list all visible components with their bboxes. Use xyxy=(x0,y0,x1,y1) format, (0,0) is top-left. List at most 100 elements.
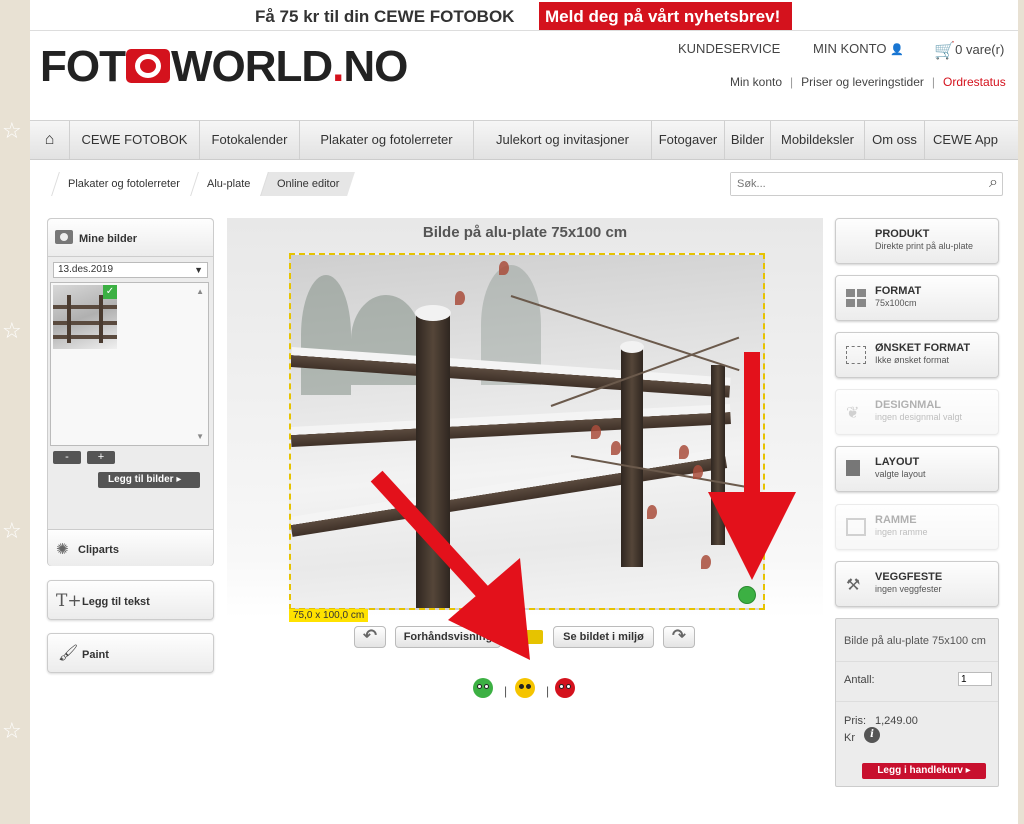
leaf xyxy=(611,441,621,455)
leaf xyxy=(693,465,703,479)
fence-post xyxy=(99,295,103,343)
undo-button[interactable]: ↶ xyxy=(354,626,386,648)
photo-canvas[interactable] xyxy=(289,253,765,610)
zoom-out-button[interactable]: - xyxy=(53,451,81,464)
date-select[interactable]: 13.des.2019 ▼ xyxy=(53,262,208,278)
frame-icon xyxy=(846,518,866,536)
my-account-sublink[interactable]: Min konto xyxy=(730,75,782,89)
leaf xyxy=(701,555,711,569)
eye xyxy=(559,684,564,689)
option-product[interactable]: PRODUKT Direkte print på alu-plate xyxy=(835,218,999,264)
currency-label: Kr xyxy=(844,732,855,744)
my-account-link[interactable]: MIN KONTO 👤 xyxy=(813,41,904,56)
camera-logo-icon xyxy=(125,49,170,83)
option-frame: RAMME ingen ramme xyxy=(835,504,999,550)
fence-rail xyxy=(291,403,731,447)
option-custom-format[interactable]: ØNSKET FORMAT Ikke ønsket format xyxy=(835,332,999,378)
nav-om-oss[interactable]: Om oss xyxy=(865,121,925,159)
background-left: ☆ ☆ ☆ ☆ xyxy=(0,0,30,824)
fence-post xyxy=(67,295,71,343)
add-images-button[interactable]: Legg til bilder ▸ xyxy=(98,472,200,488)
option-title: LAYOUT xyxy=(875,456,920,468)
breadcrumb-label: Online editor xyxy=(277,178,340,190)
user-icon: 👤 xyxy=(890,44,904,56)
option-title: ØNSKET FORMAT xyxy=(875,342,971,354)
add-text-button[interactable]: T+ Legg til tekst xyxy=(47,580,214,620)
newsletter-button[interactable]: Meld deg på vårt nyhetsbrev! xyxy=(539,2,792,30)
separator: | xyxy=(504,684,508,698)
nav-bilder[interactable]: Bilder xyxy=(725,121,771,159)
scroll-down-icon[interactable]: ▼ xyxy=(196,432,204,441)
order-box: Bilde på alu-plate 75x100 cm Antall: Pri… xyxy=(835,618,999,787)
cart-icon: 🛒 xyxy=(934,41,956,60)
snow-cap xyxy=(415,305,451,321)
quality-good-face-icon xyxy=(473,678,493,698)
option-layout[interactable]: LAYOUT valgte layout xyxy=(835,446,999,492)
home-icon[interactable]: ⌂ xyxy=(30,121,70,159)
option-title: VEGGFESTE xyxy=(875,571,943,583)
add-to-cart-button[interactable]: Legg i handlekurv ▸ xyxy=(862,763,986,779)
nav-fotokalender[interactable]: Fotokalender xyxy=(200,121,300,159)
zoom-in-button[interactable]: + xyxy=(87,451,115,464)
search-input[interactable] xyxy=(731,173,961,195)
my-images-header[interactable]: Mine bilder xyxy=(48,219,213,257)
prices-link[interactable]: Priser og leveringstider xyxy=(801,75,924,89)
order-title: Bilde på alu-plate 75x100 cm xyxy=(844,635,986,647)
customer-service-link[interactable]: KUNDESERVICE xyxy=(678,41,780,56)
environment-button[interactable]: Se bildet i miljø xyxy=(553,626,654,648)
search-icon[interactable]: ⌕ xyxy=(989,174,998,192)
star-decoration: ☆ xyxy=(2,718,22,743)
add-text-label: Legg til tekst xyxy=(82,596,150,608)
quantity-label: Antall: xyxy=(844,674,875,686)
star-decoration: ☆ xyxy=(2,518,22,543)
separator: | xyxy=(790,75,794,89)
option-subtitle: 75x100cm xyxy=(875,298,917,308)
my-images-panel: Mine bilder 13.des.2019 ▼ ✓ ▲ ▼ - + Legg… xyxy=(47,218,214,566)
logo[interactable]: FOT WORLD.NO xyxy=(40,42,408,92)
breadcrumb-item[interactable]: Alu-plate xyxy=(189,172,267,196)
divider xyxy=(836,701,998,702)
scroll-up-icon[interactable]: ▲ xyxy=(196,287,204,296)
info-icon[interactable]: i xyxy=(864,727,880,743)
separator: | xyxy=(546,684,550,698)
nav-plakater[interactable]: Plakater og fotolerreter xyxy=(300,121,474,159)
background-right xyxy=(1018,0,1024,824)
option-format[interactable]: FORMAT 75x100cm xyxy=(835,275,999,321)
clipart-icon: ✺ xyxy=(56,541,69,558)
nav-mobildeksler[interactable]: Mobildeksler xyxy=(771,121,865,159)
separator: | xyxy=(931,75,935,89)
nav-fotogaver[interactable]: Fotogaver xyxy=(652,121,725,159)
nav-julekort[interactable]: Julekort og invitasjoner xyxy=(474,121,652,159)
my-images-label: Mine bilder xyxy=(79,233,138,245)
leaf xyxy=(455,291,465,305)
cliparts-button[interactable]: ✺ Cliparts xyxy=(48,529,213,566)
divider xyxy=(836,661,998,662)
breadcrumb-label: Plakater og fotolerreter xyxy=(68,178,180,190)
paint-button[interactable]: 🖌 Paint xyxy=(47,633,214,673)
leaf xyxy=(679,445,689,459)
preview-button[interactable]: Forhåndsvisning xyxy=(395,626,501,648)
option-subtitle: Ikke ønsket format xyxy=(875,355,950,365)
breadcrumb-item[interactable]: Plakater og fotolerreter xyxy=(51,172,196,196)
my-account-label: MIN KONTO xyxy=(813,41,887,56)
option-wall-mount[interactable]: ⚒ VEGGFESTE ingen veggfester xyxy=(835,561,999,607)
image-thumbnail[interactable]: ✓ xyxy=(53,285,117,349)
redo-button[interactable]: ↷ xyxy=(663,626,695,648)
cart-count: 0 vare(r) xyxy=(955,42,1005,57)
cliparts-label: Cliparts xyxy=(78,544,119,556)
nav-cewe-app[interactable]: CEWE App xyxy=(925,121,1006,159)
camera-icon xyxy=(55,230,73,244)
quantity-input[interactable] xyxy=(958,672,992,686)
hammer-icon: ⚒ xyxy=(846,577,861,594)
order-status-link[interactable]: Ordrestatus xyxy=(943,75,1006,89)
cart-link[interactable]: 🛒0 vare(r) xyxy=(934,41,1004,61)
nav-cewe-fotobok[interactable]: CEWE FOTOBOK xyxy=(70,121,200,159)
brush-icon: 🖌 xyxy=(58,645,79,662)
ruler-icon[interactable] xyxy=(515,630,543,644)
fence-rail xyxy=(291,448,728,537)
breadcrumb-current: Online editor xyxy=(260,172,356,196)
fence-post xyxy=(711,365,725,545)
date-select-value: 13.des.2019 xyxy=(58,264,114,275)
fence-rail xyxy=(53,321,117,325)
star-decoration: ☆ xyxy=(2,118,22,143)
